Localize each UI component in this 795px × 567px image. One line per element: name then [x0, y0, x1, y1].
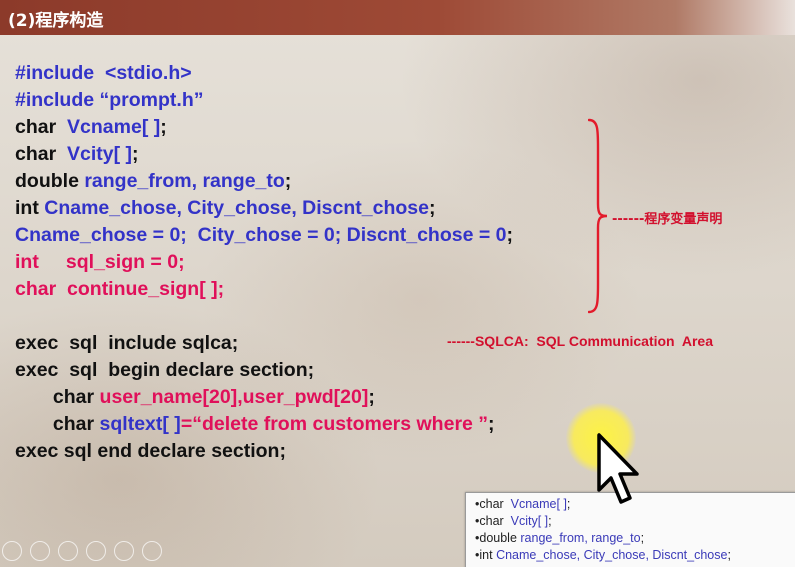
code-line-segment: ;: [368, 386, 375, 408]
declare-note: ------程序变量声明: [612, 212, 723, 227]
code-line: char sqltext[ ]=“delete from customers w…: [15, 411, 495, 438]
code-line-segment: Vcname[ ]: [67, 116, 161, 138]
popup-line-segment: Vcity[ ]: [510, 514, 549, 528]
zoom-icon[interactable]: [114, 541, 134, 561]
code-line-segment: Cname_chose = 0; City_chose = 0; Discnt_…: [15, 224, 507, 246]
popup-line: •char Vcname[ ];: [475, 496, 570, 513]
code-line: #include “prompt.h”: [15, 87, 204, 114]
code-line-segment: ;: [284, 170, 292, 192]
code-line-segment: exec sql include sqlca;: [15, 332, 239, 354]
popup-line-segment: ;: [566, 497, 571, 511]
code-line-segment: #include “prompt.h”: [15, 89, 204, 111]
slide: (2)程序构造 #include <stdio.h> #include “prom…: [0, 0, 795, 567]
grid-icon[interactable]: [86, 541, 106, 561]
code-line-segment: sqltext[ ]: [99, 413, 181, 435]
code-line-segment: exec sql begin declare section;: [15, 359, 315, 381]
code-line-segment: char: [15, 116, 68, 138]
code-line: exec sql include sqlca;: [15, 330, 238, 357]
popup-line-segment: range_from, range_to: [520, 531, 641, 545]
pen-icon[interactable]: [58, 541, 78, 561]
slide-title: (2)程序构造: [8, 11, 104, 31]
right-brace-icon: [588, 118, 608, 314]
popup-line-segment: •int: [475, 548, 497, 562]
play-icon[interactable]: [30, 541, 50, 561]
code-line-segment: char: [15, 413, 100, 435]
code-line: #include <stdio.h>: [15, 60, 192, 87]
popup-line-segment: •char: [475, 497, 511, 511]
code-line-segment: char: [15, 143, 68, 165]
code-line-segment: range_from, range_to: [84, 170, 285, 192]
popup-line-segment: ;: [727, 548, 731, 562]
code-line-segment: #include <stdio.h>: [15, 62, 192, 84]
code-line-segment: ;: [160, 116, 167, 138]
code-line-segment: ;: [429, 197, 436, 219]
code-line-segment: Cname_chose, City_chose, Discnt_chose: [44, 197, 429, 219]
code-line-segment: exec sql end declare section;: [15, 440, 286, 462]
code-line-segment: user_name[20],user_pwd[20]: [99, 386, 369, 408]
more-icon[interactable]: [142, 541, 162, 561]
prev-slide-icon[interactable]: [2, 541, 22, 561]
popup-line-segment: ;: [548, 514, 552, 528]
popup-line-segment: ;: [640, 531, 645, 545]
popup-line-segment: Cname_chose, City_chose, Discnt_chose: [496, 548, 728, 562]
code-line-segment: char continue_sign[ ];: [15, 278, 225, 300]
code-line: exec sql begin declare section;: [15, 357, 314, 384]
code-line: double range_from, range_to;: [15, 168, 291, 195]
code-line: exec sql end declare section;: [15, 438, 286, 465]
code-line-segment: ;: [488, 413, 495, 435]
sqlca-note: ------SQLCA: SQL Communication Area: [447, 333, 713, 349]
code-line: int sql_sign = 0;: [15, 249, 185, 276]
code-line-segment: =“delete from customers where ”: [180, 413, 489, 435]
code-line: int Cname_chose, City_chose, Discnt_chos…: [15, 195, 436, 222]
code-line-segment: double: [15, 170, 85, 192]
code-line-segment: char: [15, 386, 100, 408]
code-line: char Vcity[ ];: [15, 141, 139, 168]
popup-line-segment: Vcname[ ]: [510, 497, 567, 511]
title-bar: (2)程序构造: [0, 0, 795, 35]
code-line: Cname_chose = 0; City_chose = 0; Discnt_…: [15, 222, 513, 249]
popup-line-segment: •double: [475, 531, 521, 545]
popup-line-segment: •char: [475, 514, 511, 528]
code-line-segment: int: [15, 197, 45, 219]
code-line: char continue_sign[ ];: [15, 276, 224, 303]
popup-line: •int Cname_chose, City_chose, Discnt_cho…: [475, 547, 731, 564]
code-line-segment: Vcity[ ]: [67, 143, 133, 165]
popup-line: •double range_from, range_to;: [475, 530, 644, 547]
code-line-segment: ;: [132, 143, 139, 165]
code-line-segment: ;: [506, 224, 514, 246]
code-line: char user_name[20],user_pwd[20];: [15, 384, 375, 411]
popup-line: •char Vcity[ ];: [475, 513, 552, 530]
code-line: char Vcname[ ];: [15, 114, 167, 141]
cursor-arrow-icon: [597, 433, 639, 504]
code-line-segment: int sql_sign = 0;: [15, 251, 185, 273]
